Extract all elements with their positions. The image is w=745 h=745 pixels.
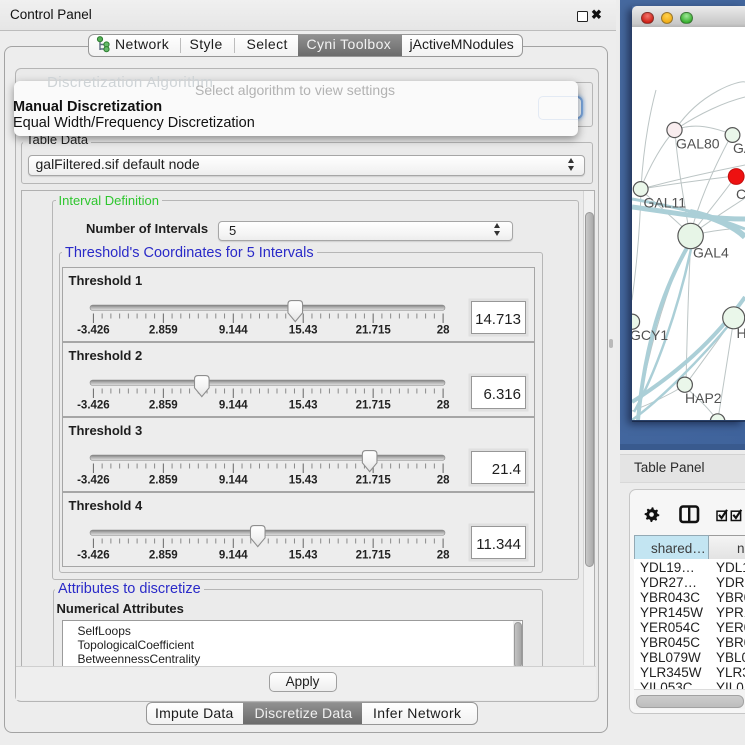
svg-text:GAL4: GAL4 <box>693 245 729 261</box>
svg-text:2.859: 2.859 <box>149 325 178 337</box>
svg-text:GCY1: GCY1 <box>632 327 668 343</box>
svg-text:15.43: 15.43 <box>289 475 318 487</box>
svg-text:9.144: 9.144 <box>219 400 248 412</box>
svg-text:9.144: 9.144 <box>219 325 248 337</box>
svg-text:21.715: 21.715 <box>356 325 392 337</box>
svg-text:GAL11: GAL11 <box>644 195 687 211</box>
svg-text:-3.426: -3.426 <box>77 325 110 337</box>
svg-text:2.859: 2.859 <box>149 400 178 412</box>
svg-text:28: 28 <box>437 475 450 487</box>
svg-text:-3.426: -3.426 <box>77 400 110 412</box>
svg-text:9.144: 9.144 <box>219 475 248 487</box>
svg-text:21.715: 21.715 <box>356 400 392 412</box>
svg-text:HAP2: HAP2 <box>685 390 722 406</box>
svg-text:21.715: 21.715 <box>356 475 392 487</box>
svg-text:-3.426: -3.426 <box>77 550 110 562</box>
svg-text:H: H <box>737 325 745 341</box>
svg-text:2.859: 2.859 <box>149 475 178 487</box>
svg-text:2.859: 2.859 <box>149 550 178 562</box>
svg-text:21.715: 21.715 <box>356 550 392 562</box>
svg-text:15.43: 15.43 <box>289 400 318 412</box>
svg-text:28: 28 <box>437 400 450 412</box>
svg-text:GAL80: GAL80 <box>676 136 720 152</box>
svg-text:28: 28 <box>437 550 450 562</box>
svg-text:15.43: 15.43 <box>289 325 318 337</box>
svg-text:28: 28 <box>437 325 450 337</box>
svg-text:15.43: 15.43 <box>289 550 318 562</box>
svg-text:C: C <box>736 186 745 202</box>
svg-text:-3.426: -3.426 <box>77 475 110 487</box>
svg-text:GA: GA <box>733 140 745 156</box>
svg-text:9.144: 9.144 <box>219 550 248 562</box>
